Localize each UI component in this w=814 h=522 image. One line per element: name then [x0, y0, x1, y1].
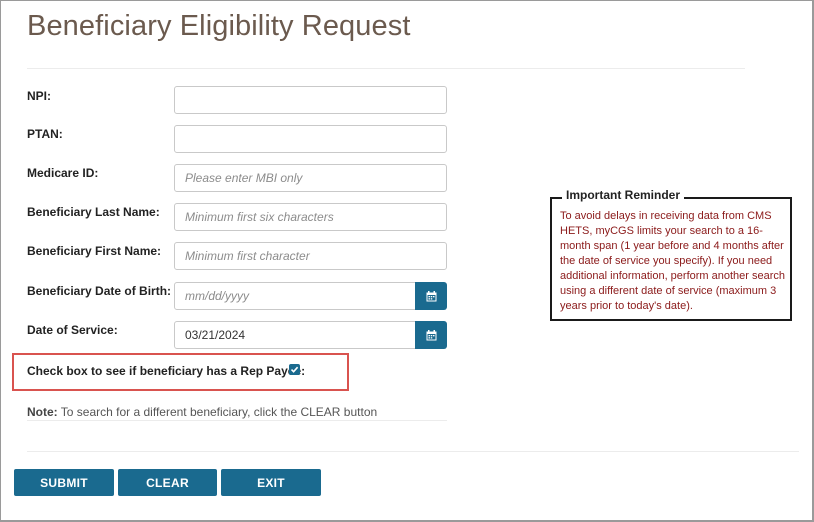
ptan-input[interactable] [174, 125, 447, 153]
ptan-label: PTAN: [27, 127, 63, 141]
date-of-service-input[interactable] [174, 321, 416, 349]
clear-button[interactable]: CLEAR [118, 469, 217, 496]
important-reminder-title: Important Reminder [562, 188, 685, 202]
page-title: Beneficiary Eligibility Request [27, 10, 411, 42]
note-body: To search for a different beneficiary, c… [57, 405, 378, 419]
note-text: Note: To search for a different benefici… [27, 405, 377, 419]
first-name-label: Beneficiary First Name: [27, 244, 162, 258]
rep-payee-checkbox[interactable] [289, 364, 300, 375]
calendar-icon [426, 290, 436, 301]
date-of-service-calendar-button[interactable] [415, 321, 447, 349]
note-prefix: Note: [27, 405, 58, 419]
first-name-input[interactable] [174, 242, 447, 270]
calendar-icon [426, 329, 436, 340]
submit-button[interactable]: SUBMIT [14, 469, 114, 496]
title-divider [27, 68, 745, 69]
exit-button[interactable]: EXIT [221, 469, 321, 496]
medicare-id-input[interactable] [174, 164, 447, 192]
checkmark-icon [290, 366, 299, 373]
npi-input[interactable] [174, 86, 447, 114]
important-reminder-text: To avoid delays in receiving data from C… [560, 210, 786, 312]
dob-label: Beneficiary Date of Birth: [27, 284, 172, 298]
note-divider [27, 420, 447, 421]
last-name-label: Beneficiary Last Name: [27, 205, 160, 219]
dob-input[interactable] [174, 282, 416, 310]
rep-payee-label: Check box to see if beneficiary has a Re… [27, 364, 306, 378]
dob-calendar-button[interactable] [415, 282, 447, 310]
form-bottom-divider [27, 451, 799, 452]
date-of-service-label: Date of Service: [27, 323, 118, 337]
npi-label: NPI: [27, 89, 51, 103]
medicare-id-label: Medicare ID: [27, 166, 99, 180]
last-name-input[interactable] [174, 203, 447, 231]
